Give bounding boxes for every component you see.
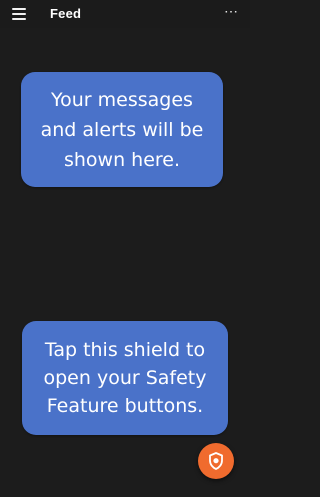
safety-shield-button[interactable] bbox=[198, 443, 234, 479]
hamburger-menu-icon[interactable] bbox=[12, 8, 26, 20]
page-title: Feed bbox=[50, 6, 82, 21]
shield-tooltip-text: Tap this shield to open your Safety Feat… bbox=[43, 339, 207, 417]
feed-screen: Feed ⋯ Your messages and alerts will be … bbox=[0, 0, 250, 497]
app-header: Feed ⋯ bbox=[0, 0, 250, 28]
messages-tooltip-text: Your messages and alerts will be shown h… bbox=[40, 88, 204, 171]
shield-tooltip-bubble: Tap this shield to open your Safety Feat… bbox=[22, 321, 228, 435]
messages-tooltip-bubble: Your messages and alerts will be shown h… bbox=[21, 72, 223, 187]
shield-icon bbox=[209, 452, 223, 470]
more-options-icon[interactable]: ⋯ bbox=[224, 4, 238, 21]
